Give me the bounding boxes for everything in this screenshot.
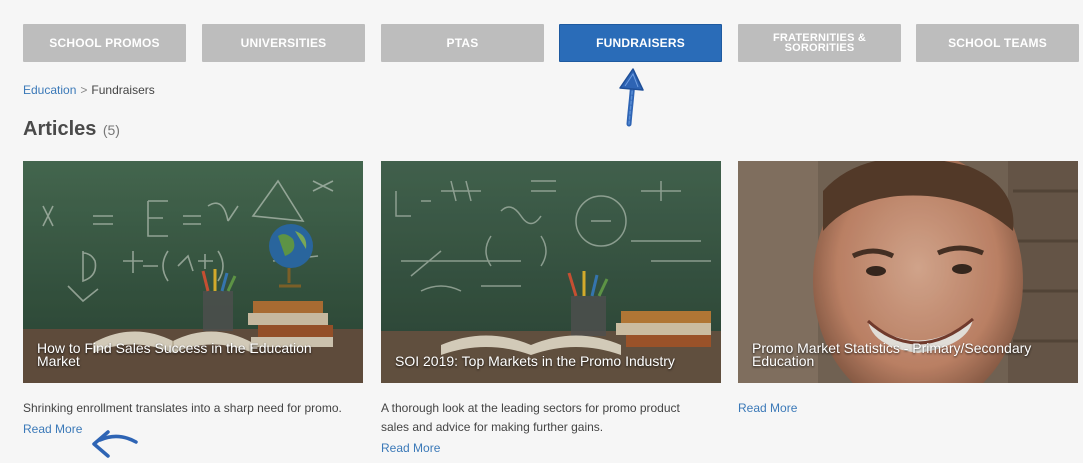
article-thumbnail[interactable]: Promo Market Statistics - Primary/Second… — [738, 161, 1078, 383]
read-more-link[interactable]: Read More — [381, 439, 440, 458]
breadcrumb-separator: > — [80, 83, 88, 97]
tab-label: FRATERNITIES & SORORITIES — [772, 32, 867, 54]
category-tabs: SCHOOL PROMOS UNIVERSITIES PTAS FUNDRAIS… — [23, 24, 1081, 62]
article-card: Promo Market Statistics - Primary/Second… — [738, 161, 1078, 418]
tab-label: SCHOOL PROMOS — [49, 35, 160, 50]
breadcrumb-education-link[interactable]: Education — [23, 83, 76, 97]
read-more-link[interactable]: Read More — [23, 420, 82, 439]
article-title[interactable]: Promo Market Statistics - Primary/Second… — [752, 341, 1068, 368]
page-title: Articles — [23, 118, 97, 140]
page: SCHOOL PROMOS UNIVERSITIES PTAS FUNDRAIS… — [0, 0, 1083, 463]
tab-ptas[interactable]: PTAS — [381, 24, 544, 62]
chalkboard-formulas-image — [381, 161, 721, 383]
articles-heading: Articles (5) — [23, 118, 120, 141]
tab-label: UNIVERSITIES — [240, 35, 327, 50]
tab-school-promos[interactable]: SCHOOL PROMOS — [23, 24, 186, 62]
tab-fraternities-sororities[interactable]: FRATERNITIES & SORORITIES — [738, 24, 901, 62]
article-thumbnail[interactable]: How to Find Sales Success in the Educati… — [23, 161, 363, 383]
article-description: Shrinking enrollment translates into a s… — [23, 401, 342, 415]
article-card: SOI 2019: Top Markets in the Promo Indus… — [381, 161, 721, 458]
read-more-link[interactable]: Read More — [738, 399, 797, 418]
breadcrumb: Education > Fundraisers — [23, 83, 155, 97]
tab-label: FUNDRAISERS — [596, 35, 685, 50]
tab-school-teams[interactable]: SCHOOL TEAMS — [916, 24, 1079, 62]
article-title[interactable]: How to Find Sales Success in the Educati… — [37, 341, 353, 368]
articles-count: (5) — [102, 122, 120, 138]
tab-label: PTAS — [446, 35, 479, 50]
breadcrumb-current: Fundraisers — [91, 83, 155, 97]
up-arrow-annotation-icon — [619, 68, 644, 127]
tab-fundraisers[interactable]: FUNDRAISERS — [559, 24, 722, 62]
article-thumbnail[interactable]: SOI 2019: Top Markets in the Promo Indus… — [381, 161, 721, 383]
article-description: A thorough look at the leading sectors f… — [381, 401, 680, 434]
tab-universities[interactable]: UNIVERSITIES — [202, 24, 365, 62]
tab-label: SCHOOL TEAMS — [948, 35, 1047, 50]
article-card: How to Find Sales Success in the Educati… — [23, 161, 363, 439]
article-title[interactable]: SOI 2019: Top Markets in the Promo Indus… — [395, 354, 711, 368]
